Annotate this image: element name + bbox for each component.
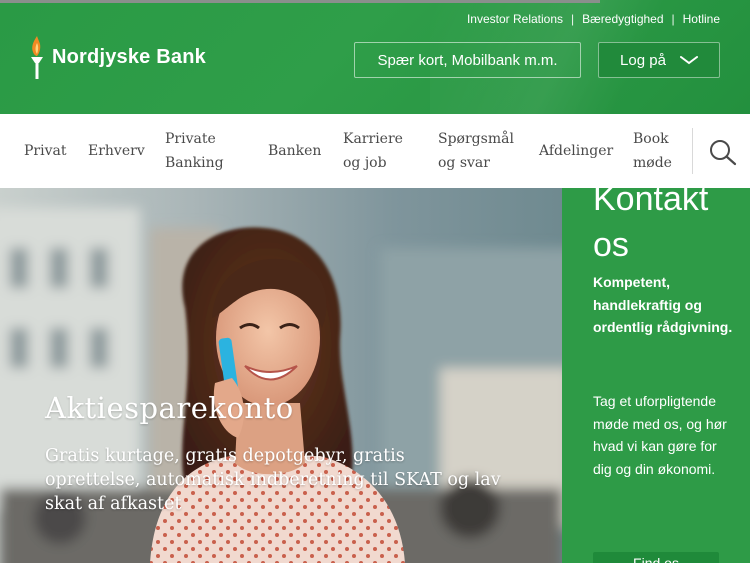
nav-item-line: Private [165,131,216,147]
login-button-label: Log på [620,51,666,69]
nav-item-label: Privat [24,143,67,159]
nav-item-line: og job [343,155,387,171]
nav-item-private-banking[interactable]: Private Banking [165,114,224,188]
nav-item-line: og svar [438,155,490,171]
nav-item-label: Book møde [633,127,672,175]
contact-title: Kontakt os [593,188,709,264]
site-header: Investor Relations | Bæredygtighed | Hot… [0,0,750,114]
nav-item-label: Private Banking [165,127,224,175]
nav-item-label: Karriere og job [343,127,403,175]
utility-separator: | [671,12,675,26]
logo[interactable]: Nordjyske Bank [28,34,206,80]
nav-item-line: Karriere [343,131,403,147]
hero-banner[interactable]: Aktiesparekonto Gratis kurtage, gratis d… [0,188,562,563]
nav-item-label: Banken [268,143,322,159]
nav-item-line: Banking [165,155,224,171]
contact-lead: Kompetent, handlekraftig og ordentlig rå… [593,274,733,335]
nav-item-privat[interactable]: Privat [24,114,66,188]
torch-logo-icon [31,36,43,79]
contact-body: Tag et uforpligtende møde med os, og hør… [593,393,727,477]
nav-item-karriere[interactable]: Karriere og job [343,114,403,188]
nav-item-banken[interactable]: Banken [268,114,321,188]
nav-divider [692,128,693,174]
utility-link-hotline[interactable]: Hotline [683,12,720,26]
utility-link-sustainability[interactable]: Bæredygtighed [582,12,663,26]
top-progress-line [0,0,600,3]
logo-text: Nordjyske Bank [52,45,206,68]
nav-item-afdelinger[interactable]: Afdelinger [539,114,613,188]
nav-item-line: Spørgsmål [438,131,514,147]
utility-link-investor-relations[interactable]: Investor Relations [467,12,563,26]
chevron-down-icon [679,56,698,65]
login-button[interactable]: Log på [598,42,720,78]
nav-item-book-meeting[interactable]: Book møde [633,114,672,188]
nav-item-label: Spørgsmål og svar [438,127,514,175]
nav-item-line: møde [633,155,672,171]
nav-item-label: Afdelinger [539,143,614,159]
nav-item-erhverv[interactable]: Erhverv [88,114,145,188]
utility-links: Investor Relations | Bæredygtighed | Hot… [467,12,720,26]
nav-item-line: Book [633,131,669,147]
nav-item-label: Erhverv [88,143,145,159]
block-card-button[interactable]: Spær kort, Mobilbank m.m. [354,42,581,78]
hero-title: Aktiesparekonto [45,391,294,425]
find-us-button[interactable]: Find os [593,552,719,563]
utility-separator: | [571,12,575,26]
main-nav: Privat Erhverv Private Banking Banken Ka… [0,114,750,189]
contact-panel: Kontakt os Kompetent, handlekraftig og o… [562,188,750,563]
search-icon[interactable] [708,138,738,166]
nav-item-faq[interactable]: Spørgsmål og svar [438,114,514,188]
hero-subtitle: Gratis kurtage, gratis depotgebyr, grati… [45,446,501,514]
